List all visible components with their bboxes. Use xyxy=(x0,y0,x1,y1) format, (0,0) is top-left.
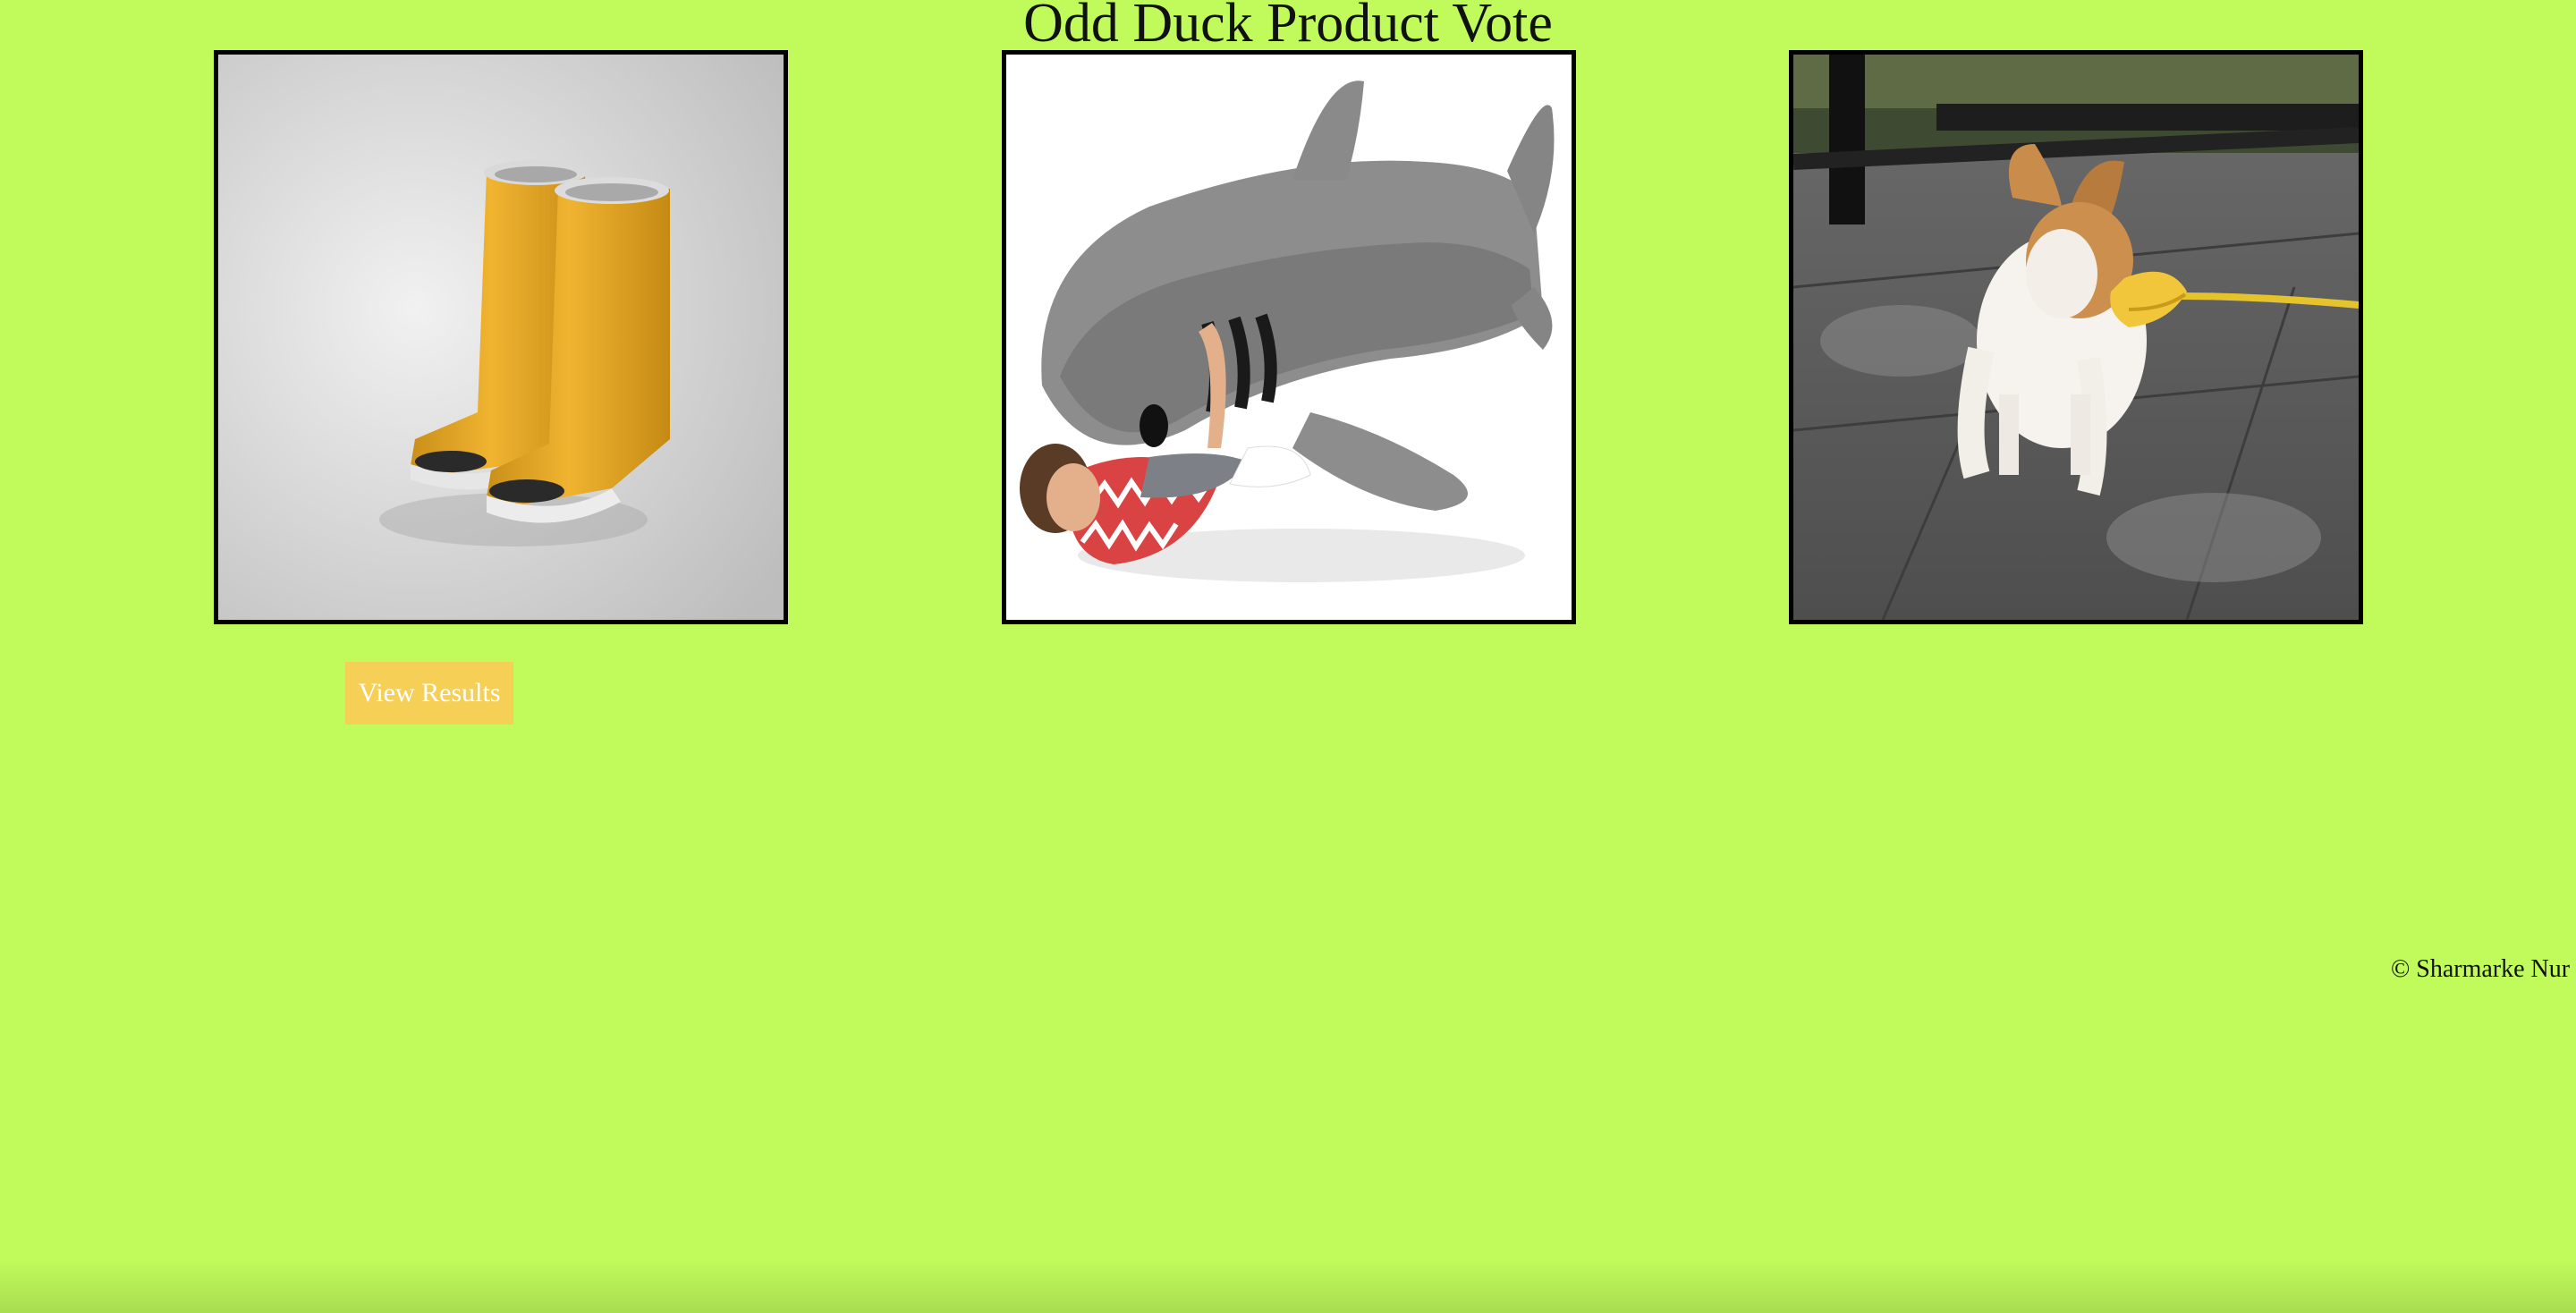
product-image-boots[interactable] xyxy=(214,50,788,624)
product-image-shark[interactable] xyxy=(1002,50,1576,624)
product-image-dog-duck[interactable] xyxy=(1789,50,2363,624)
view-results-button[interactable]: View Results xyxy=(345,662,513,724)
shark-sleeping-bag-image xyxy=(1006,55,1572,620)
dog-duck-muzzle-image xyxy=(1793,55,2359,620)
footer-copyright: © Sharmarke Nur xyxy=(2391,955,2571,983)
rain-boots-image xyxy=(218,55,784,620)
window-bottom-shadow xyxy=(0,1259,2576,1313)
